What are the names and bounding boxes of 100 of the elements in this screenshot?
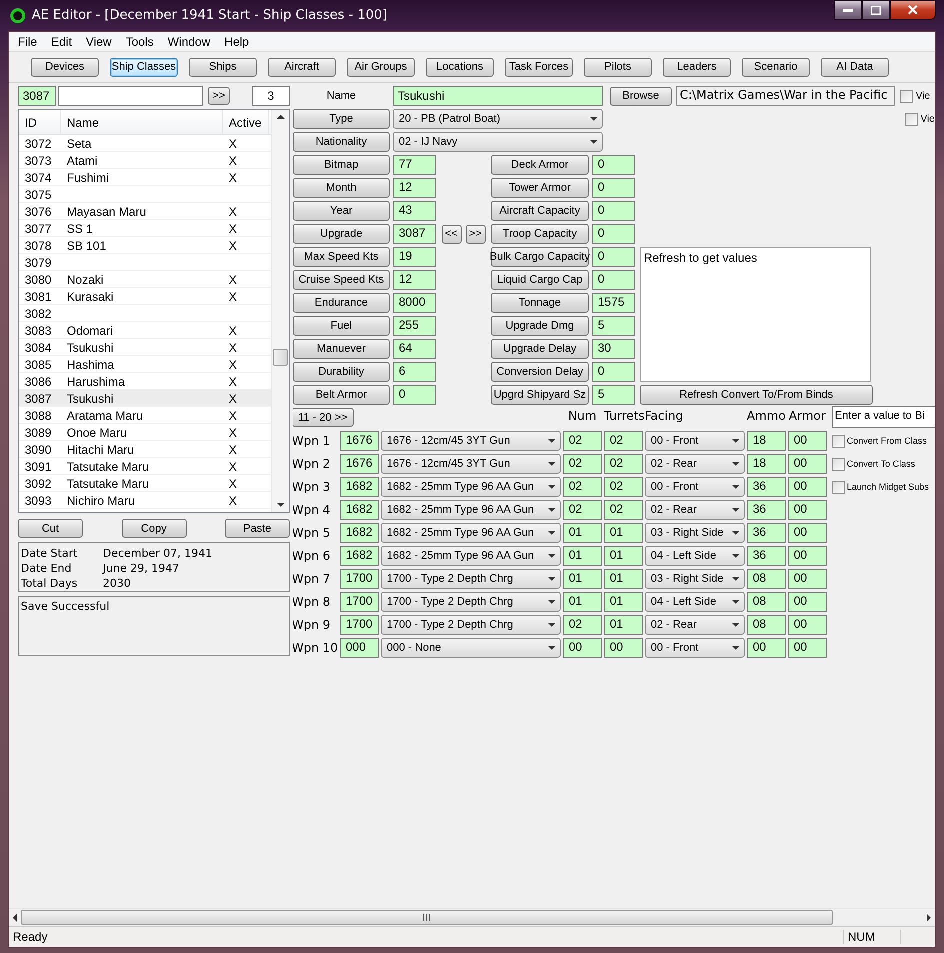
- turrets-field[interactable]: 02: [604, 477, 643, 497]
- toolbar-button[interactable]: Ship Classes: [110, 58, 178, 76]
- toolbar-button[interactable]: Locations: [426, 58, 494, 76]
- turrets-field[interactable]: 00: [604, 638, 643, 658]
- weapon-id-field[interactable]: 1700: [340, 569, 379, 589]
- value-field[interactable]: 255: [393, 316, 436, 336]
- num-field[interactable]: 01: [563, 592, 602, 612]
- turrets-field[interactable]: 02: [604, 431, 643, 451]
- ammo-field[interactable]: 36: [747, 546, 786, 566]
- weapon-dropdown[interactable]: 1676 - 12cm/45 3YT Gun: [381, 454, 561, 474]
- arrow-button[interactable]: <<: [442, 224, 462, 244]
- checkbox[interactable]: [832, 434, 845, 448]
- value-field[interactable]: 0: [592, 178, 635, 198]
- value-field[interactable]: 12: [393, 270, 436, 290]
- field-button[interactable]: Endurance: [293, 293, 390, 313]
- num-field[interactable]: 02: [563, 500, 602, 520]
- facing-dropdown[interactable]: 00 - Front: [645, 477, 745, 497]
- armor-field[interactable]: 00: [788, 454, 827, 474]
- ammo-field[interactable]: 18: [747, 454, 786, 474]
- field-button[interactable]: Troop Capacity: [491, 224, 589, 244]
- value-field[interactable]: 0: [592, 155, 635, 175]
- ammo-field[interactable]: 36: [747, 500, 786, 520]
- field-button[interactable]: Month: [293, 178, 390, 198]
- toolbar-button[interactable]: AI Data: [821, 58, 889, 76]
- armor-field[interactable]: 00: [788, 523, 827, 543]
- nationality-button[interactable]: Nationality: [293, 132, 390, 152]
- num-field[interactable]: 01: [563, 523, 602, 543]
- name-field[interactable]: Tsukushi: [393, 86, 603, 106]
- search-field[interactable]: [58, 86, 203, 106]
- menu-item[interactable]: File: [11, 34, 44, 48]
- armor-field[interactable]: 00: [788, 592, 827, 612]
- minimize-button[interactable]: [834, 0, 862, 20]
- checkbox[interactable]: [900, 90, 913, 102]
- weapon-dropdown[interactable]: 1700 - Type 2 Depth Chrg: [381, 615, 561, 635]
- toolbar-button[interactable]: Devices: [31, 58, 99, 76]
- value-field[interactable]: 3087: [393, 224, 436, 244]
- field-button[interactable]: Upgrd Shipyard Sz: [491, 385, 589, 405]
- next-button[interactable]: >>: [208, 87, 230, 105]
- value-field[interactable]: 77: [393, 155, 436, 175]
- weapon-dropdown[interactable]: 1700 - Type 2 Depth Chrg: [381, 569, 561, 589]
- value-field[interactable]: 0: [592, 362, 635, 382]
- field-button[interactable]: Aircraft Capacity: [491, 201, 589, 221]
- type-dropdown[interactable]: 20 - PB (Patrol Boat): [393, 109, 603, 129]
- value-field[interactable]: 0: [592, 247, 635, 267]
- facing-dropdown[interactable]: 03 - Right Side: [645, 523, 745, 543]
- facing-dropdown[interactable]: 02 - Rear: [645, 454, 745, 474]
- weapon-id-field[interactable]: 1700: [340, 615, 379, 635]
- facing-dropdown[interactable]: 02 - Rear: [645, 500, 745, 520]
- field-button[interactable]: Upgrade: [293, 224, 390, 244]
- field-button[interactable]: Tower Armor: [491, 178, 589, 198]
- armor-field[interactable]: 00: [788, 431, 827, 451]
- armor-field[interactable]: 00: [788, 500, 827, 520]
- page-button[interactable]: 11 - 20 >>: [293, 408, 354, 427]
- armor-field[interactable]: 00: [788, 569, 827, 589]
- menu-item[interactable]: Edit: [44, 34, 80, 48]
- value-field[interactable]: 0: [592, 270, 635, 290]
- refresh-button[interactable]: Refresh Convert To/From Binds: [640, 385, 873, 405]
- field-button[interactable]: Manuever: [293, 339, 390, 359]
- turrets-field[interactable]: 01: [604, 523, 643, 543]
- maximize-button[interactable]: [862, 0, 890, 20]
- ammo-field[interactable]: 08: [747, 615, 786, 635]
- turrets-field[interactable]: 01: [604, 592, 643, 612]
- num-field[interactable]: 01: [563, 569, 602, 589]
- field-button[interactable]: Fuel: [293, 316, 390, 336]
- armor-field[interactable]: 00: [788, 615, 827, 635]
- scrollbar[interactable]: [271, 110, 289, 512]
- scrollbar-thumb[interactable]: [273, 349, 288, 366]
- menu-item[interactable]: Window: [160, 34, 218, 48]
- checkbox[interactable]: [832, 480, 845, 494]
- toolbar-button[interactable]: Ships: [189, 58, 257, 76]
- armor-field[interactable]: 00: [788, 546, 827, 566]
- value-field[interactable]: 0: [592, 201, 635, 221]
- facing-dropdown[interactable]: 00 - Front: [645, 431, 745, 451]
- weapon-id-field[interactable]: 1682: [340, 546, 379, 566]
- facing-dropdown[interactable]: 04 - Left Side: [645, 546, 745, 566]
- field-button[interactable]: Cruise Speed Kts: [293, 270, 390, 290]
- ammo-field[interactable]: 18: [747, 431, 786, 451]
- num-field[interactable]: 02: [563, 454, 602, 474]
- browse-button[interactable]: Browse: [610, 86, 672, 106]
- field-button[interactable]: Tonnage: [491, 293, 589, 313]
- field-button[interactable]: Deck Armor: [491, 155, 589, 175]
- ammo-field[interactable]: 36: [747, 477, 786, 497]
- weapon-id-field[interactable]: 1682: [340, 523, 379, 543]
- armor-field[interactable]: 00: [788, 638, 827, 658]
- toolbar-button[interactable]: Scenario: [742, 58, 810, 76]
- turrets-field[interactable]: 01: [604, 615, 643, 635]
- field-button[interactable]: Conversion Delay: [491, 362, 589, 382]
- edit-button[interactable]: Cut: [18, 519, 83, 538]
- turrets-field[interactable]: 02: [604, 500, 643, 520]
- num-field[interactable]: 00: [563, 638, 602, 658]
- turrets-field[interactable]: 02: [604, 454, 643, 474]
- field-button[interactable]: Belt Armor: [293, 385, 390, 405]
- checkbox[interactable]: [832, 458, 845, 470]
- list-row[interactable]: 3087 Tsukushi X: [19, 390, 271, 407]
- notes-area[interactable]: Refresh to get values: [640, 247, 871, 382]
- menu-item[interactable]: View: [79, 34, 119, 48]
- type-button[interactable]: Type: [293, 109, 390, 129]
- toolbar-button[interactable]: Task Forces: [505, 58, 573, 76]
- ammo-field[interactable]: 08: [747, 592, 786, 612]
- close-button[interactable]: [890, 0, 936, 20]
